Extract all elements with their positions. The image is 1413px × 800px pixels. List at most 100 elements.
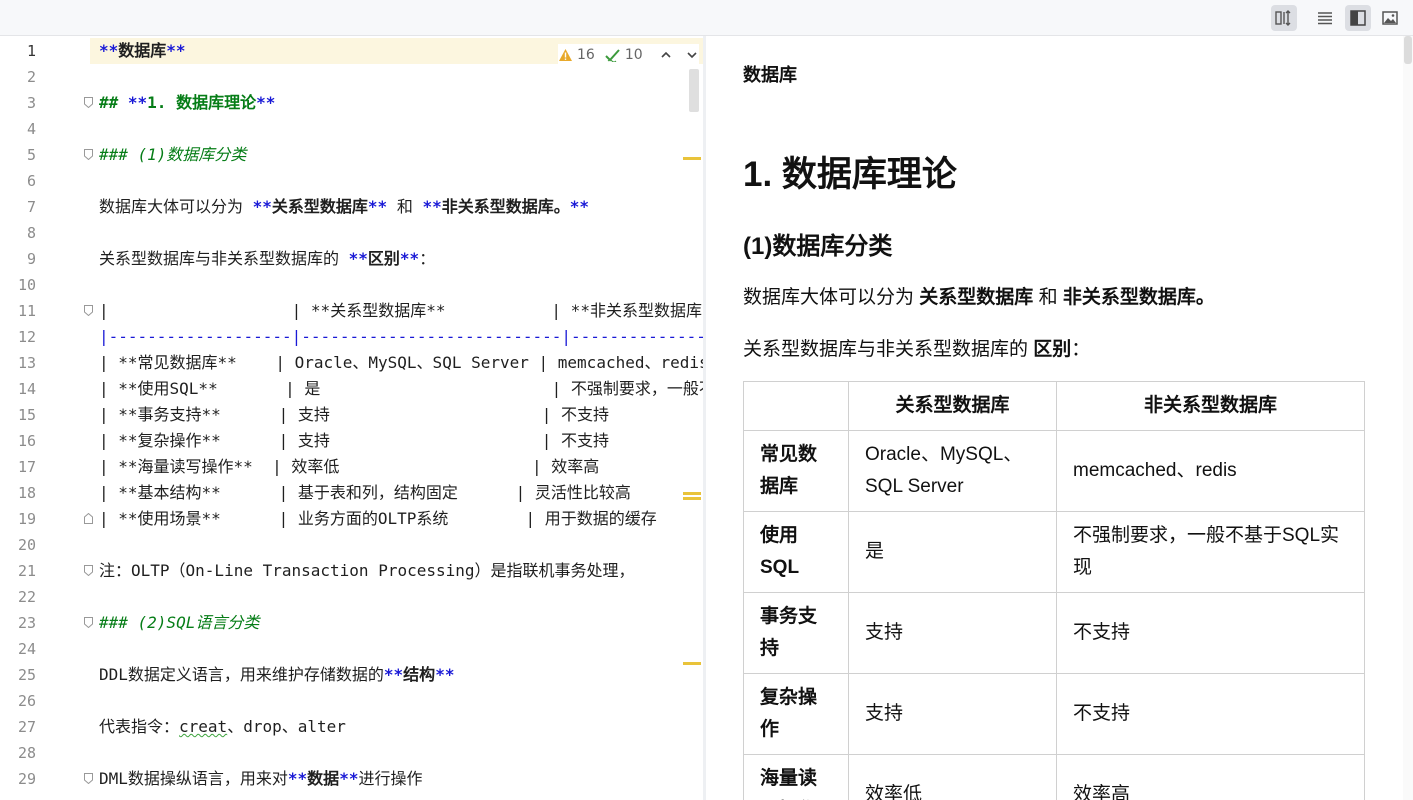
line-number: 26: [17, 692, 36, 710]
warning-count: 16: [577, 47, 595, 63]
line-number: 18: [17, 484, 36, 502]
table-row: 常见数据库 Oracle、MySQL、SQL Server memcached、…: [743, 430, 1365, 512]
line-number: 23: [17, 614, 36, 632]
text: 数据库大体可以分为: [743, 287, 920, 308]
bold-marker: **: [569, 197, 590, 216]
bold-marker: **: [287, 769, 308, 788]
preview-heading-2: (1)数据库分类: [743, 233, 893, 260]
lines-icon: [1318, 12, 1332, 25]
line-number: 16: [17, 432, 36, 450]
line-number: 11: [17, 302, 36, 320]
table-cell: memcached、redis: [1056, 430, 1365, 512]
warning-icon: [559, 49, 572, 61]
table-header-row: 关系型数据库 非关系型数据库: [743, 381, 1365, 431]
text: DML数据操纵语言，用来对: [99, 769, 288, 788]
text: ：: [1071, 339, 1091, 360]
line-number: 2: [26, 68, 36, 86]
bold-marker: **: [348, 249, 368, 268]
table-header-cell: 非关系型数据库: [1056, 381, 1365, 431]
inspection-widget[interactable]: 16 10: [558, 44, 699, 66]
code-line-17: | **海量读写操作** | 效率低 | 效率高: [99, 457, 600, 476]
line-number: 19: [17, 510, 36, 528]
code-line-5: ### (1)数据库分类: [99, 142, 246, 168]
code-line-11: | | **关系型数据库** | **非关系型数据库**: [99, 301, 703, 320]
line-number: 28: [17, 744, 36, 762]
line-number: 4: [26, 120, 36, 138]
code-line-13: | **常见数据库** | Oracle、MySQL、SQL Server | …: [99, 353, 703, 372]
line-number: 13: [17, 354, 36, 372]
markdown-editor[interactable]: 1 2 3 4 5 6 7 8 9 10 11 12 13 14 15 16 1…: [0, 36, 703, 798]
bold-marker: **: [339, 769, 359, 788]
preview-only-button[interactable]: [1377, 5, 1403, 31]
bold-text: 数据: [307, 769, 340, 788]
image-icon: [1382, 11, 1398, 25]
line-number: 9: [26, 250, 36, 268]
table-cell: 支持: [848, 673, 1057, 755]
line-number: 27: [17, 718, 36, 736]
sync-scroll-button[interactable]: [1271, 5, 1297, 31]
table-header-cell: 关系型数据库: [848, 381, 1057, 431]
line-number: 7: [26, 198, 36, 216]
code-line-14: | **使用SQL** | 是 | 不强制要求，一般不基于SQL实现: [99, 379, 703, 398]
table-row-header: 使用SQL: [743, 511, 849, 593]
bold-text: 区别: [1033, 339, 1072, 360]
heading-marker: ##: [99, 93, 128, 112]
preview-scrollbar-thumb[interactable]: [1404, 36, 1412, 64]
typo-count: 10: [624, 47, 643, 63]
fold-icon[interactable]: [84, 97, 93, 108]
editor-only-button[interactable]: [1312, 5, 1338, 31]
line-number: 8: [26, 224, 36, 242]
warning-marker[interactable]: [683, 662, 701, 665]
bold-text: 关系型数据库: [271, 197, 368, 216]
table-cell: 不支持: [1056, 592, 1365, 674]
fold-icon[interactable]: [84, 305, 93, 316]
fold-icon[interactable]: [84, 617, 93, 628]
table-cell: 是: [848, 511, 1057, 593]
table-row-header: 事务支持: [743, 592, 849, 674]
fold-end-icon[interactable]: [84, 513, 93, 524]
bold-marker: **: [166, 41, 186, 60]
bold-text: 区别: [367, 249, 400, 268]
typo-word[interactable]: creat: [179, 717, 227, 736]
bold-marker: **: [383, 665, 404, 684]
heading-marker: ###: [99, 145, 138, 164]
split-view-button[interactable]: [1345, 5, 1371, 31]
line-number: 12: [17, 328, 36, 346]
table-row: 事务支持 支持 不支持: [743, 592, 1365, 674]
preview-paragraph: 关系型数据库与非关系型数据库的 区别：: [743, 334, 1090, 361]
code-line-9: 关系型数据库与非关系型数据库的 **区别**：: [99, 246, 435, 272]
fold-icon[interactable]: [84, 773, 93, 784]
preview-scrollbar[interactable]: [1403, 36, 1413, 800]
warning-marker[interactable]: [683, 497, 701, 500]
bold-marker: **: [422, 197, 442, 216]
line-number: 22: [17, 588, 36, 606]
code-line-1: **数据库**: [99, 38, 186, 64]
editor-scrollbar-thumb[interactable]: [689, 69, 699, 112]
bold-marker: **: [399, 249, 420, 268]
code-line-21: 注：OLTP（On-Line Transaction Processing）是指…: [99, 561, 635, 580]
code-line-19: | **使用场景** | 业务方面的OLTP系统 | 用于数据的缓存: [99, 509, 657, 528]
text: 代表指令：: [99, 717, 180, 736]
line-number: 10: [17, 276, 36, 294]
fold-icon[interactable]: [84, 565, 93, 576]
warning-marker[interactable]: [683, 492, 701, 495]
heading-text: 1. 数据库理论: [147, 93, 257, 112]
chevron-up-icon[interactable]: [659, 48, 673, 62]
chevron-down-icon[interactable]: [685, 48, 699, 62]
line-number: 25: [17, 666, 36, 684]
text: 关系型数据库与非关系型数据库的: [99, 249, 349, 268]
table-row-header: 海量读写操作: [743, 754, 849, 800]
code-line-23: ### (2)SQL语言分类: [99, 610, 259, 636]
warning-marker[interactable]: [683, 157, 701, 160]
code-line-16: | **复杂操作** | 支持 | 不支持: [99, 431, 610, 450]
text: ：: [419, 249, 436, 268]
table-cell: 支持: [848, 592, 1057, 674]
fold-icon[interactable]: [84, 149, 93, 160]
code-line-3: ## **1. 数据库理论**: [99, 90, 275, 116]
line-number: 24: [17, 640, 36, 658]
heading-text: (2)SQL语言分类: [137, 613, 260, 632]
table-cell: 不支持: [1056, 673, 1365, 755]
line-number: 14: [17, 380, 36, 398]
code-line-25: DDL数据定义语言，用来维护存储数据的**结构**: [99, 662, 454, 688]
bold-marker: **: [256, 93, 276, 112]
